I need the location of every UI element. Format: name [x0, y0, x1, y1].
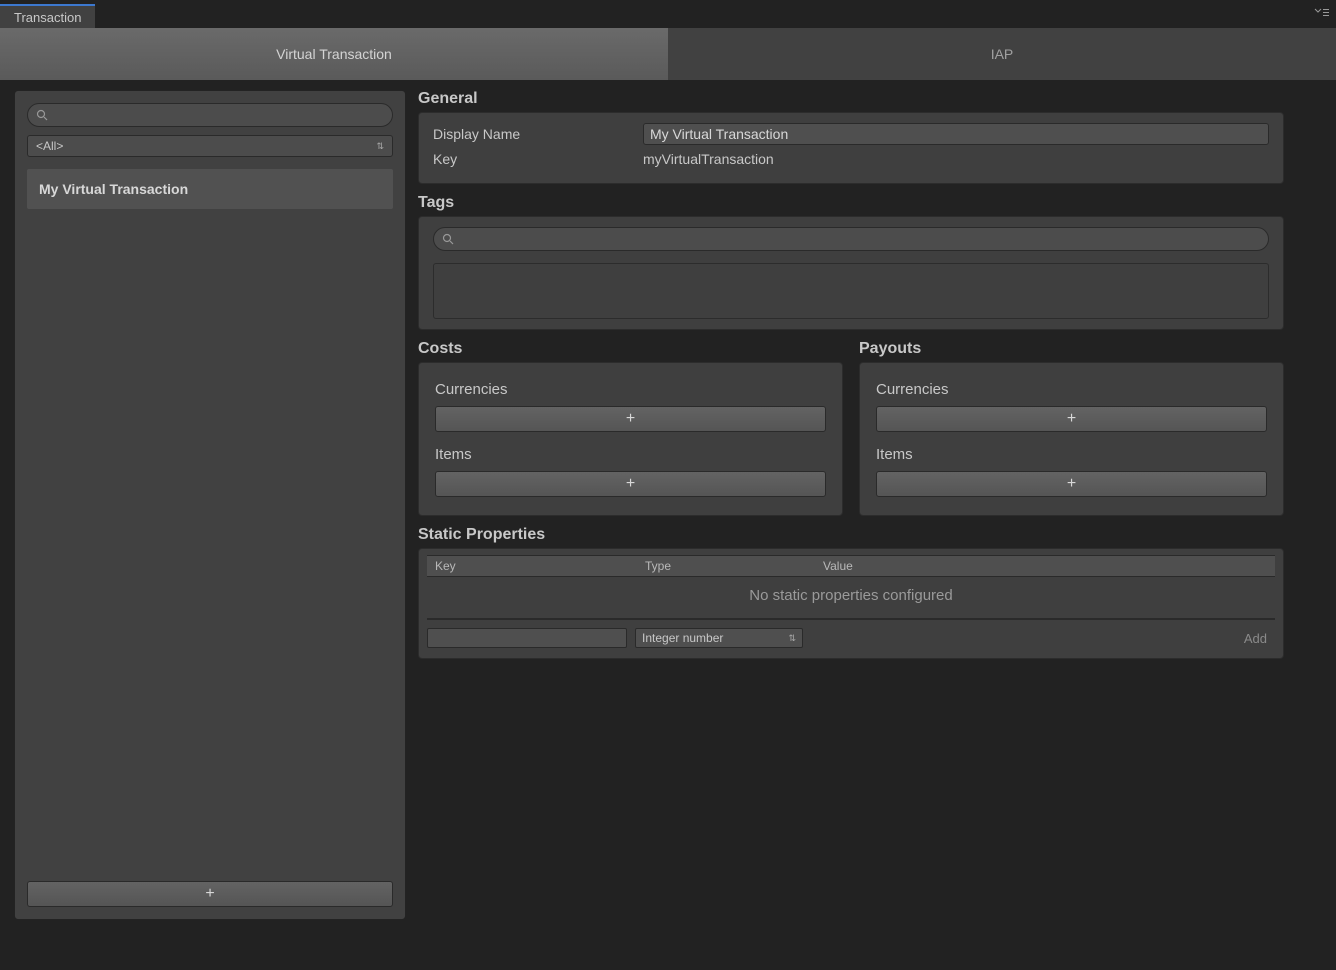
- col-value-label: Value: [823, 559, 1267, 573]
- sidebar-search[interactable]: [27, 103, 393, 127]
- window-tab-label: Transaction: [14, 10, 81, 25]
- section-tags: Tags: [418, 194, 1284, 330]
- add-label: +: [626, 410, 635, 428]
- dropdown-label: <All>: [36, 139, 63, 153]
- key-row: Key myVirtualTransaction: [433, 151, 1269, 167]
- static-props-title: Static Properties: [418, 526, 1284, 544]
- display-name-label: Display Name: [433, 126, 643, 142]
- payouts-title: Payouts: [859, 340, 1284, 358]
- sidebar-item-my-virtual-transaction[interactable]: My Virtual Transaction: [27, 169, 393, 209]
- sidebar-search-input[interactable]: [54, 108, 384, 122]
- tab-virtual-transaction[interactable]: Virtual Transaction: [0, 28, 668, 80]
- tab-iap[interactable]: IAP: [668, 28, 1336, 80]
- tags-body: [433, 263, 1269, 319]
- section-payouts: Payouts Currencies + Items +: [859, 340, 1284, 516]
- section-costs: Costs Currencies + Items +: [418, 340, 843, 516]
- static-props-empty-text: No static properties configured: [427, 577, 1275, 618]
- window-tab-transaction[interactable]: Transaction: [0, 4, 95, 28]
- sidebar-filter-dropdown[interactable]: <All> ⇅: [27, 135, 393, 157]
- add-button-label: +: [205, 885, 214, 903]
- payouts-add-item-button[interactable]: +: [876, 471, 1267, 497]
- list-item-label: My Virtual Transaction: [39, 181, 188, 197]
- add-button-label: Add: [1244, 631, 1267, 646]
- section-static-properties: Static Properties Key Type Value No stat…: [418, 526, 1284, 659]
- payouts-add-currency-button[interactable]: +: [876, 406, 1267, 432]
- display-name-input[interactable]: [643, 123, 1269, 145]
- right-panel: General Display Name Key myVirtualTransa…: [418, 90, 1332, 920]
- type-dropdown-label: Integer number: [642, 631, 723, 645]
- costs-title: Costs: [418, 340, 843, 358]
- costs-add-currency-button[interactable]: +: [435, 406, 826, 432]
- costs-box: Currencies + Items +: [418, 362, 843, 516]
- divider: [427, 618, 1275, 620]
- costs-items-label: Items: [435, 446, 826, 463]
- add-label: +: [1067, 410, 1076, 428]
- tags-box: [418, 216, 1284, 330]
- tab-label: IAP: [991, 46, 1014, 62]
- display-name-row: Display Name: [433, 123, 1269, 145]
- section-general: General Display Name Key myVirtualTransa…: [418, 90, 1284, 184]
- static-props-header: Key Type Value: [427, 555, 1275, 577]
- sidebar: <All> ⇅ My Virtual Transaction +: [14, 90, 406, 920]
- add-label: +: [1067, 475, 1076, 493]
- key-label: Key: [433, 151, 643, 167]
- costs-add-item-button[interactable]: +: [435, 471, 826, 497]
- sidebar-spacer: [27, 209, 393, 881]
- static-props-add-button[interactable]: Add: [1236, 629, 1275, 648]
- payouts-box: Currencies + Items +: [859, 362, 1284, 516]
- costs-payouts-row: Costs Currencies + Items + Payouts Curre…: [418, 340, 1284, 516]
- static-props-key-input[interactable]: [427, 628, 627, 648]
- content-row: <All> ⇅ My Virtual Transaction + General…: [0, 80, 1336, 930]
- col-type-label: Type: [645, 559, 823, 573]
- tags-title: Tags: [418, 194, 1284, 212]
- general-box: Display Name Key myVirtualTransaction: [418, 112, 1284, 184]
- search-icon: [442, 233, 454, 245]
- payouts-items-label: Items: [876, 446, 1267, 463]
- static-props-footer: Integer number ⇅ Add: [427, 628, 1275, 648]
- sub-tab-bar: Virtual Transaction IAP: [0, 28, 1336, 80]
- chevron-updown-icon: ⇅: [788, 633, 796, 644]
- static-props-box: Key Type Value No static properties conf…: [418, 548, 1284, 659]
- key-value: myVirtualTransaction: [643, 151, 1269, 167]
- add-label: +: [626, 475, 635, 493]
- static-props-type-dropdown[interactable]: Integer number ⇅: [635, 628, 803, 648]
- window-options-icon[interactable]: [1314, 8, 1330, 18]
- tags-search[interactable]: [433, 227, 1269, 251]
- search-icon: [36, 109, 48, 121]
- chevron-updown-icon: ⇅: [376, 142, 384, 151]
- general-title: General: [418, 90, 1284, 108]
- col-key-label: Key: [435, 559, 645, 573]
- window-tab-bar: Transaction: [0, 0, 1336, 28]
- tags-search-input[interactable]: [460, 232, 1260, 246]
- costs-currencies-label: Currencies: [435, 381, 826, 398]
- sidebar-add-button[interactable]: +: [27, 881, 393, 907]
- payouts-currencies-label: Currencies: [876, 381, 1267, 398]
- tab-label: Virtual Transaction: [276, 46, 392, 62]
